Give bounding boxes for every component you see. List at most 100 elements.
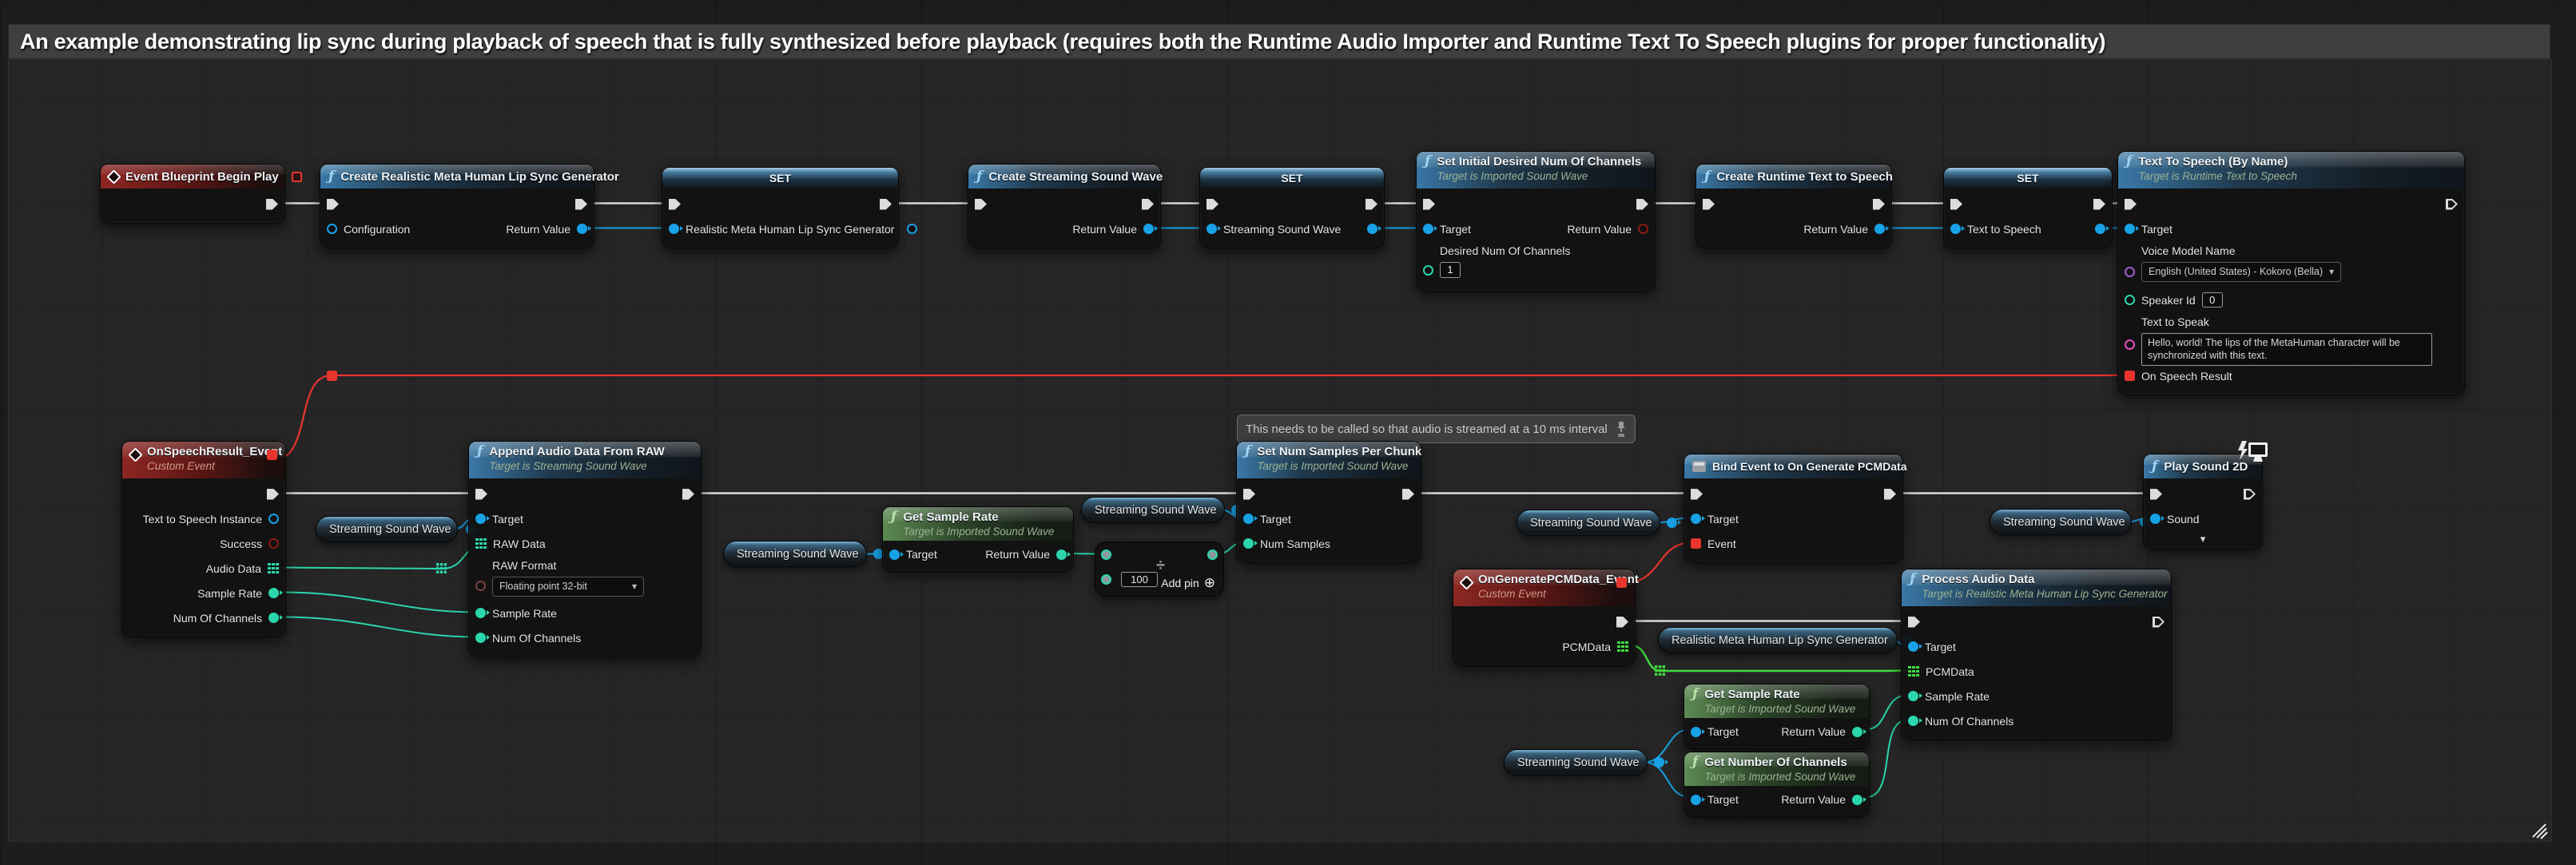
object-pin[interactable] (1691, 795, 1701, 805)
node-get-sample-rate[interactable]: ƒ Get Sample Rate Target is Imported Sou… (1684, 684, 1870, 749)
node-set-num-samples-per-chunk[interactable]: ƒ Set Num Samples Per Chunk Target is Im… (1236, 441, 1421, 563)
object-pin[interactable] (1667, 518, 1677, 528)
exec-in-pin[interactable] (1691, 489, 1703, 500)
object-pin[interactable] (2150, 514, 2161, 524)
exec-out-pin[interactable] (267, 489, 279, 500)
node-comment-bubble[interactable]: This needs to be called so that audio is… (1237, 415, 1636, 443)
pill-get-realistic-lip-sync-generator[interactable]: Realistic Meta Human Lip Sync Generator (1658, 627, 1898, 653)
exec-out-pin[interactable] (2093, 199, 2105, 210)
exec-in-pin[interactable] (1423, 199, 1435, 210)
string-pin[interactable] (2125, 267, 2135, 277)
text-pin[interactable] (2125, 339, 2135, 350)
array-pin[interactable] (475, 538, 487, 550)
object-pin[interactable] (1143, 224, 1154, 234)
reroute-node[interactable] (327, 371, 337, 381)
object-pin[interactable] (327, 224, 337, 234)
reroute-node[interactable] (436, 563, 447, 573)
object-pin[interactable] (1874, 224, 1885, 234)
pill-get-streaming-sound-wave[interactable]: Streaming Sound Wave (1517, 510, 1660, 536)
node-create-runtime-text-to-speech[interactable]: ƒ Create Runtime Text to Speech Return V… (1695, 164, 1892, 248)
int-pin[interactable] (475, 608, 486, 618)
object-pin[interactable] (1367, 224, 1377, 234)
node-get-sample-rate[interactable]: ƒ Get Sample Rate Target is Imported Sou… (882, 506, 1074, 572)
reroute-node[interactable] (1655, 665, 1665, 676)
enum-pin[interactable] (475, 581, 486, 591)
wildcard-pin[interactable] (1101, 550, 1111, 560)
speaker-id-input[interactable]: 0 (2202, 292, 2223, 308)
divisor-input[interactable]: 100 (1121, 572, 1158, 587)
int-pin[interactable] (268, 588, 279, 598)
array-pin[interactable] (268, 563, 279, 574)
node-process-audio-data[interactable]: ƒ Process Audio Data Target is Realistic… (1901, 569, 2172, 740)
node-on-speech-result-event[interactable]: OnSpeechResult_Event Custom Event Text t… (121, 441, 286, 637)
exec-out-pin[interactable] (2244, 489, 2256, 500)
int-pin[interactable] (1423, 265, 1433, 276)
exec-out-pin[interactable] (1402, 489, 1414, 500)
object-pin[interactable] (1691, 514, 1701, 524)
int-pin[interactable] (268, 613, 279, 623)
node-set-initial-desired-num-of-channels[interactable]: ƒ Set Initial Desired Num Of Channels Ta… (1416, 151, 1656, 292)
int-pin[interactable] (1056, 550, 1067, 560)
exec-in-pin[interactable] (475, 489, 487, 500)
node-on-generate-pcmdata-event[interactable]: OnGeneratePCMData_Event Custom Event PCM… (1453, 569, 1636, 666)
object-pin[interactable] (2095, 224, 2105, 234)
exec-in-pin[interactable] (1950, 199, 1962, 210)
object-pin[interactable] (1691, 727, 1701, 737)
delegate-pin[interactable] (2125, 371, 2135, 381)
object-pin[interactable] (889, 550, 900, 560)
pill-get-streaming-sound-wave[interactable]: Streaming Sound Wave (1081, 497, 1225, 523)
node-divide[interactable]: ÷ 100 Add pin ⊕ (1095, 542, 1224, 597)
expand-advanced-pins-button[interactable]: ▾ (2144, 531, 2262, 547)
node-play-sound-2d[interactable]: ƒ Play Sound 2D Sound ▾ (2143, 454, 2263, 550)
exec-out-pin[interactable] (1873, 199, 1885, 210)
exec-out-pin[interactable] (1616, 617, 1628, 628)
object-pin[interactable] (268, 514, 279, 524)
int-pin[interactable] (1852, 727, 1862, 737)
pill-get-streaming-sound-wave[interactable]: Streaming Sound Wave (1990, 509, 2132, 535)
comment-resize-handle[interactable] (2533, 824, 2547, 839)
node-bind-event-to-on-generate-pcmdata[interactable]: Bind Event to On Generate PCMData Target… (1684, 454, 1903, 563)
exec-out-pin[interactable] (880, 199, 892, 210)
exec-in-pin[interactable] (975, 199, 987, 210)
exec-out-pin[interactable] (575, 199, 587, 210)
bool-pin[interactable] (268, 538, 279, 549)
text-to-speak-input[interactable]: Hello, world! The lips of the MetaHuman … (2141, 333, 2432, 367)
exec-out-pin[interactable] (2446, 199, 2458, 210)
exec-out-pin[interactable] (1636, 199, 1648, 210)
int-pin[interactable] (475, 633, 486, 643)
int-pin[interactable] (1908, 716, 1918, 726)
object-pin[interactable] (1654, 757, 1664, 768)
node-create-realistic-metahuman-lip-sync-generator[interactable]: ƒ Create Realistic Meta Human Lip Sync G… (320, 164, 594, 248)
object-pin[interactable] (669, 224, 679, 234)
node-append-audio-data-from-raw[interactable]: ƒ Append Audio Data From RAW Target is S… (468, 441, 702, 657)
array-pin[interactable] (1908, 666, 1919, 677)
node-set-streaming-sound-wave[interactable]: SET Streaming Sound Wave (1199, 167, 1385, 248)
int-pin[interactable] (1852, 795, 1862, 805)
node-create-streaming-sound-wave[interactable]: ƒ Create Streaming Sound Wave Return Val… (968, 164, 1161, 248)
node-text-to-speech-by-name[interactable]: ƒ Text To Speech (By Name) Target is Run… (2117, 151, 2465, 395)
add-pin-button[interactable]: Add pin ⊕ (1161, 576, 1215, 589)
exec-in-pin[interactable] (1243, 489, 1255, 500)
object-pin[interactable] (1950, 224, 1961, 234)
exec-out-pin[interactable] (2153, 617, 2165, 628)
pill-get-streaming-sound-wave[interactable]: Streaming Sound Wave (316, 516, 458, 542)
exec-in-pin[interactable] (1703, 199, 1715, 210)
delegate-pin[interactable] (1691, 538, 1701, 549)
num-channels-input[interactable]: 1 (1440, 262, 1461, 278)
pill-get-streaming-sound-wave[interactable]: Streaming Sound Wave (723, 541, 867, 567)
int-pin[interactable] (1908, 691, 1918, 701)
exec-in-pin[interactable] (327, 199, 339, 210)
voice-model-dropdown[interactable]: English (United States) - Kokoro (Bella)… (2141, 262, 2341, 283)
bool-pin[interactable] (1638, 224, 1648, 234)
wildcard-pin[interactable] (1101, 574, 1111, 585)
int-pin[interactable] (1243, 538, 1254, 549)
exec-out-pin[interactable] (1884, 489, 1896, 500)
object-pin[interactable] (577, 224, 587, 234)
object-pin[interactable] (2125, 224, 2135, 234)
object-pin[interactable] (1908, 641, 1918, 652)
exec-out-pin[interactable] (1142, 199, 1154, 210)
node-get-number-of-channels[interactable]: ƒ Get Number Of Channels Target is Impor… (1684, 752, 1870, 817)
exec-in-pin[interactable] (2125, 199, 2137, 210)
exec-out-pin[interactable] (682, 489, 694, 500)
exec-in-pin[interactable] (1908, 617, 1920, 628)
